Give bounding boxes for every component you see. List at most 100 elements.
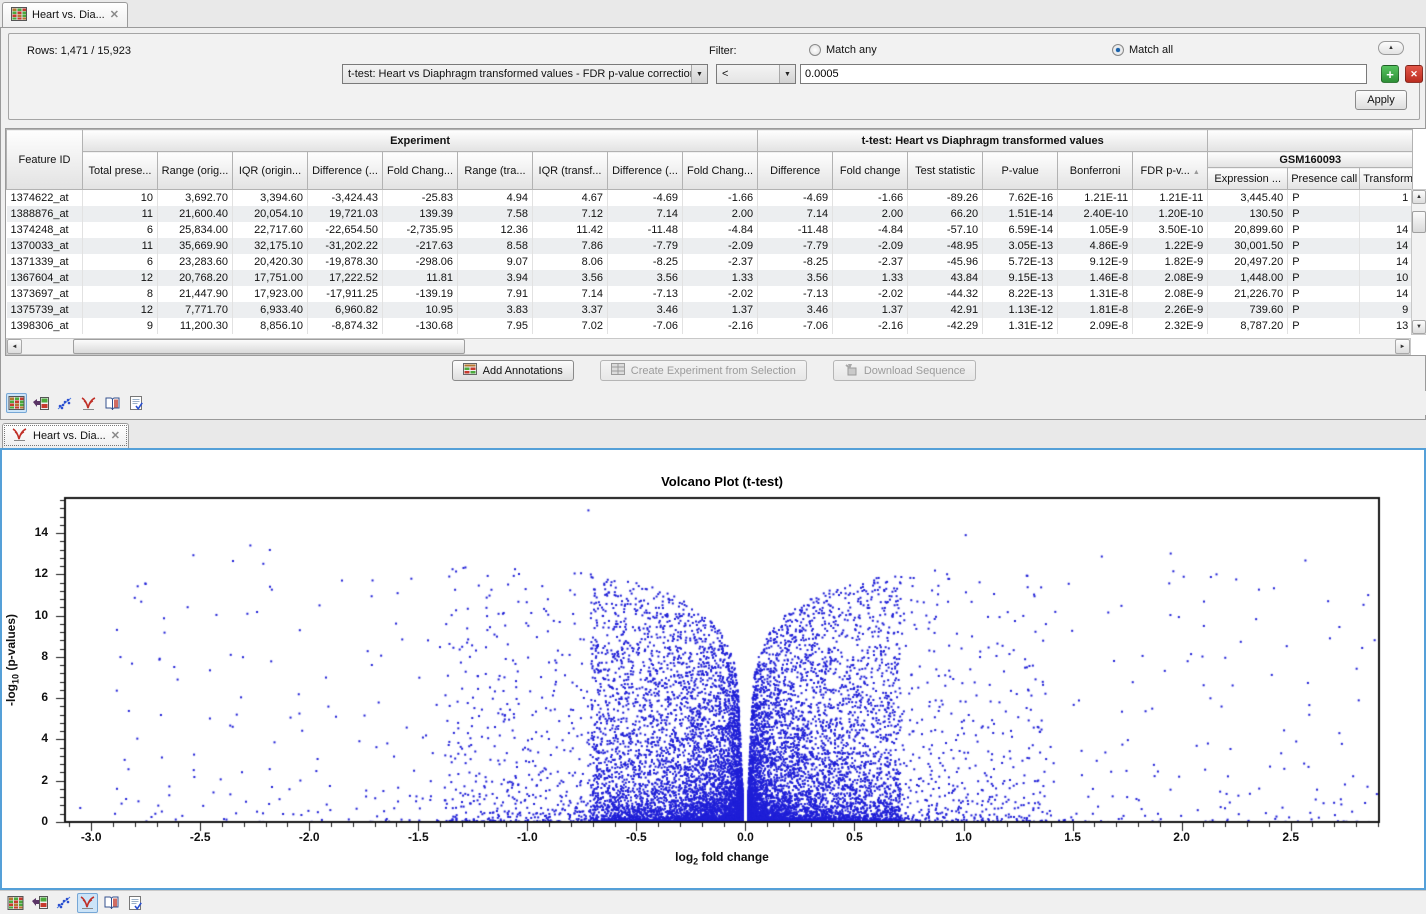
group-header-sample-outer[interactable] <box>1208 130 1413 152</box>
horizontal-scrollbar[interactable]: ◄ ► <box>6 338 1411 355</box>
tab-table-view[interactable]: Heart vs. Dia... ✕ <box>2 2 128 27</box>
volcano-scatter-canvas[interactable] <box>55 492 1389 832</box>
column-header[interactable]: IQR (origin... <box>233 152 308 190</box>
book-icon[interactable] <box>101 893 122 913</box>
group-header-ttest[interactable]: t-test: Heart vs Diaphragm transformed v… <box>758 130 1208 152</box>
scroll-right-icon[interactable]: ► <box>1395 339 1410 354</box>
column-header[interactable]: Test statistic <box>908 152 983 190</box>
book-icon[interactable] <box>102 393 123 413</box>
y-tick-label: 0 <box>18 814 48 828</box>
table-row[interactable]: 1398306_at911,200.308,856.10-8,874.32-13… <box>7 318 1413 334</box>
column-header[interactable]: Difference <box>758 152 833 190</box>
table-cell: 3.05E-13 <box>983 238 1058 254</box>
add-annotations-button[interactable]: Add Annotations <box>452 360 574 381</box>
table-cell: 7.86 <box>533 238 608 254</box>
filter-operator-dropdown[interactable]: < ▼ <box>716 64 796 84</box>
table-cell: 4.86E-9 <box>1058 238 1133 254</box>
scatter-plot-icon[interactable] <box>53 893 74 913</box>
table-cell: 9 <box>1360 302 1413 318</box>
scroll-left-icon[interactable]: ◄ <box>7 339 22 354</box>
column-header[interactable]: Presence call <box>1288 168 1360 190</box>
column-header[interactable]: Fold change <box>833 152 908 190</box>
table-cell: -2.09 <box>683 238 758 254</box>
volcano-plot-icon[interactable] <box>77 893 98 913</box>
close-icon[interactable]: ✕ <box>110 10 119 21</box>
table-cell: 23,283.60 <box>158 254 233 270</box>
x-tick-label: 0.0 <box>725 830 765 844</box>
table-row[interactable]: 1388876_at1121,600.4020,054.1019,721.031… <box>7 206 1413 222</box>
column-header[interactable]: FDR p-v...▲ <box>1133 152 1208 190</box>
column-header[interactable]: Fold Chang... <box>383 152 458 190</box>
report-icon[interactable] <box>126 393 147 413</box>
horizontal-scroll-thumb[interactable] <box>73 339 465 354</box>
scroll-down-icon[interactable]: ▼ <box>1412 320 1426 334</box>
vertical-scroll-thumb[interactable] <box>1412 211 1426 233</box>
column-header[interactable]: P-value <box>983 152 1058 190</box>
apply-button[interactable]: Apply <box>1355 90 1407 110</box>
table-cell: P <box>1288 302 1360 318</box>
column-header[interactable]: IQR (transf... <box>533 152 608 190</box>
remove-filter-button[interactable]: ✕ <box>1405 65 1423 83</box>
column-header[interactable]: Difference (... <box>608 152 683 190</box>
column-header[interactable]: Total prese... <box>83 152 158 190</box>
table-cell: -25.83 <box>383 190 458 207</box>
table-cell: 12 <box>83 270 158 286</box>
tab-volcano-plot[interactable]: Heart vs. Dia... ✕ <box>2 423 129 448</box>
collapse-filter-button[interactable]: ▲ <box>1378 41 1404 55</box>
table-body: 1374622_at103,692.703,394.60-3,424.43-25… <box>7 190 1413 335</box>
table-cell: 3,692.70 <box>158 190 233 207</box>
group-header-gsm160093[interactable]: GSM160093 <box>1208 152 1413 168</box>
vertical-scrollbar[interactable]: ▲ ▼ <box>1411 189 1426 335</box>
column-header[interactable]: Expression ... <box>1208 168 1288 190</box>
filter-column-dropdown[interactable]: t-test: Heart vs Diaphragm transformed v… <box>342 64 708 84</box>
table-cell: 2.08E-9 <box>1133 270 1208 286</box>
column-header[interactable]: Range (orig... <box>158 152 233 190</box>
group-header-experiment[interactable]: Experiment <box>83 130 758 152</box>
table-row[interactable]: 1373697_at821,447.9017,923.00-17,911.25-… <box>7 286 1413 302</box>
download-sequence-button[interactable]: Download Sequence <box>833 360 977 381</box>
table-cell: 1.31E-12 <box>983 318 1058 334</box>
x-tick-label: -0.5 <box>616 830 656 844</box>
close-icon[interactable]: ✕ <box>111 431 120 442</box>
column-header[interactable]: Fold Chang... <box>683 152 758 190</box>
volcano-plot-icon[interactable] <box>78 393 99 413</box>
table-cell: 13 <box>1360 318 1413 334</box>
column-header[interactable]: Bonferroni <box>1058 152 1133 190</box>
column-header[interactable]: Transform... <box>1360 168 1413 190</box>
column-header-feature-id[interactable]: Feature ID <box>7 130 83 190</box>
table-view-icon[interactable] <box>5 893 26 913</box>
scatter-plot-icon[interactable] <box>54 393 75 413</box>
add-filter-button[interactable]: + <box>1381 65 1399 83</box>
table-cell: -42.29 <box>908 318 983 334</box>
table-row[interactable]: 1367604_at1220,768.2017,751.0017,222.521… <box>7 270 1413 286</box>
match-any-radio[interactable]: Match any <box>809 44 877 56</box>
report-icon[interactable] <box>125 893 146 913</box>
create-experiment-button[interactable]: Create Experiment from Selection <box>600 360 807 381</box>
filter-value-input[interactable] <box>800 64 1367 84</box>
download-icon <box>844 363 858 379</box>
button-label: Download Sequence <box>864 365 966 377</box>
table-cell: 1.21E-11 <box>1058 190 1133 207</box>
table-cell: 11,200.30 <box>158 318 233 334</box>
table-row[interactable]: 1375739_at127,771.706,933.406,960.8210.9… <box>7 302 1413 318</box>
table-row[interactable]: 1371339_at623,283.6020,420.30-19,878.30-… <box>7 254 1413 270</box>
table-cell: 1.37 <box>833 302 908 318</box>
y-tick-label: 10 <box>18 608 48 622</box>
table-cell: 3.46 <box>758 302 833 318</box>
table-cell: 9.07 <box>458 254 533 270</box>
experiment-table-icon[interactable] <box>30 393 51 413</box>
match-all-radio[interactable]: Match all <box>1112 44 1173 56</box>
table-cell: 17,222.52 <box>308 270 383 286</box>
column-header[interactable]: Range (tra... <box>458 152 533 190</box>
column-header[interactable]: Difference (... <box>308 152 383 190</box>
table-cell: P <box>1288 190 1360 207</box>
table-row[interactable]: 1374622_at103,692.703,394.60-3,424.43-25… <box>7 190 1413 207</box>
scroll-up-icon[interactable]: ▲ <box>1412 190 1426 204</box>
table-view-icon[interactable] <box>6 393 27 413</box>
table-row[interactable]: 1374248_at625,834.0022,717.60-22,654.50-… <box>7 222 1413 238</box>
annotations-table-icon <box>463 363 477 378</box>
experiment-table-icon[interactable] <box>29 893 50 913</box>
table-row[interactable]: 1370033_at1135,669.9032,175.10-31,202.22… <box>7 238 1413 254</box>
table-cell: -7.79 <box>608 238 683 254</box>
table-icon <box>11 7 27 24</box>
